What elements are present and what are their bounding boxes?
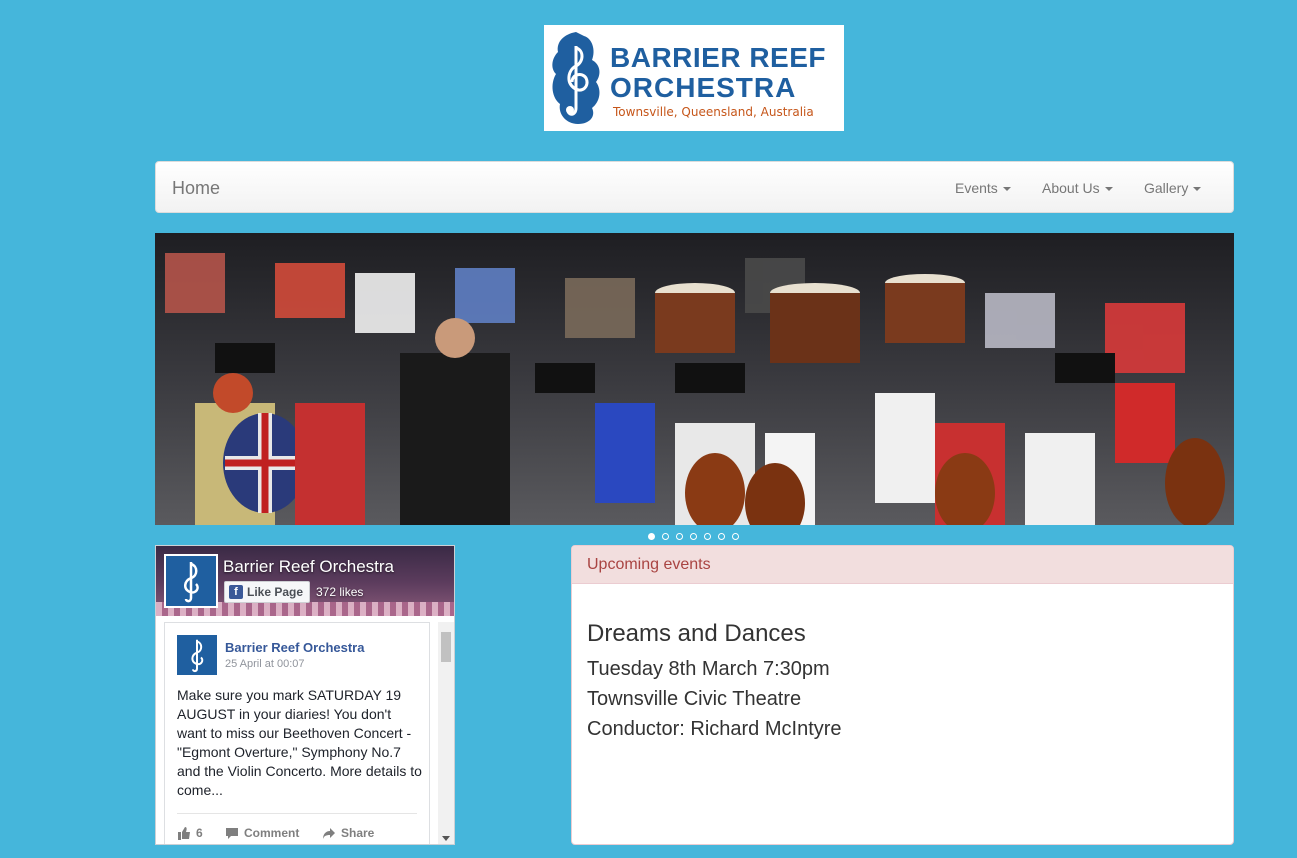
event-venue: Townsville Civic Theatre <box>587 688 802 710</box>
post-timestamp[interactable]: 25 April at 00:07 <box>225 658 305 670</box>
logo-text-line2: ORCHESTRA <box>610 72 797 103</box>
nav-item-about-us[interactable]: About Us <box>1042 180 1113 196</box>
event-title: Dreams and Dances <box>587 620 806 647</box>
facebook-feed: Barrier Reef Orchestra 25 April at 00:07… <box>164 622 430 844</box>
facebook-like-count: 372 likes <box>316 585 364 599</box>
facebook-page-avatar[interactable] <box>164 554 218 608</box>
nav-item-events-label: Events <box>955 180 998 196</box>
upcoming-events-panel: Upcoming events Dreams and Dances Tuesda… <box>571 545 1234 845</box>
nav-item-events[interactable]: Events <box>955 180 1011 196</box>
treble-clef-icon <box>184 562 199 603</box>
upcoming-events-heading: Upcoming events <box>572 546 1233 584</box>
orchestra-photo <box>155 233 1234 525</box>
carousel-dot[interactable] <box>718 533 725 540</box>
carousel-dot[interactable] <box>662 533 669 540</box>
main-navbar: Home Events About Us Gallery <box>155 161 1234 213</box>
nav-item-about-us-label: About Us <box>1042 180 1100 196</box>
post-like-count: 6 <box>196 826 203 840</box>
post-actions-bar: 6 Comment Share <box>177 813 417 844</box>
logo-tagline: Townsville, Queensland, Australia <box>613 105 814 119</box>
thumbs-up-icon <box>178 826 190 840</box>
share-label: Share <box>341 826 375 840</box>
post-like-button[interactable]: 6 <box>177 826 203 840</box>
caret-down-icon <box>1104 187 1113 192</box>
event-conductor: Conductor: Richard McIntyre <box>587 718 842 740</box>
logo-text-line1: BARRIER REEF <box>610 42 827 73</box>
carousel-dot[interactable] <box>732 533 739 540</box>
post-author-name[interactable]: Barrier Reef Orchestra <box>225 640 364 655</box>
post-author-avatar[interactable] <box>177 635 217 675</box>
post-share-button[interactable]: Share <box>322 826 374 840</box>
carousel-dot[interactable] <box>704 533 711 540</box>
carousel-dot[interactable] <box>676 533 683 540</box>
comment-icon <box>226 827 238 839</box>
facebook-cover-photo[interactable]: Barrier Reef Orchestra f Like Page 372 l… <box>156 546 454 616</box>
event-date: Tuesday 8th March 7:30pm <box>587 658 830 680</box>
facebook-page-name[interactable]: Barrier Reef Orchestra <box>223 557 394 577</box>
nav-item-gallery[interactable]: Gallery <box>1144 180 1202 196</box>
facebook-icon: f <box>229 585 243 599</box>
share-arrow-icon <box>323 827 335 839</box>
nav-item-gallery-label: Gallery <box>1144 180 1189 196</box>
treble-clef-icon <box>191 639 204 673</box>
caret-down-icon <box>1193 187 1202 192</box>
scroll-down-arrow-icon[interactable] <box>442 836 450 841</box>
comment-label: Comment <box>244 826 300 840</box>
site-logo[interactable]: BARRIER REEF ORCHESTRA Townsville, Queen… <box>544 25 844 131</box>
carousel-dot[interactable] <box>690 533 697 540</box>
caret-down-icon <box>1002 187 1011 192</box>
treble-clef-seahorse-icon <box>552 32 600 124</box>
facebook-like-page-button[interactable]: f Like Page <box>224 581 311 603</box>
hero-carousel[interactable] <box>155 233 1234 525</box>
facebook-page-widget: Barrier Reef Orchestra f Like Page 372 l… <box>155 545 455 845</box>
carousel-dot[interactable] <box>648 533 655 540</box>
scrollbar-thumb[interactable] <box>441 632 451 662</box>
post-body-text: Make sure you mark SATURDAY 19 AUGUST in… <box>177 687 422 798</box>
like-page-label: Like Page <box>247 585 304 599</box>
nav-brand-home[interactable]: Home <box>172 178 220 199</box>
facebook-feed-scrollbar[interactable] <box>438 622 454 844</box>
post-comment-button[interactable]: Comment <box>225 826 299 840</box>
